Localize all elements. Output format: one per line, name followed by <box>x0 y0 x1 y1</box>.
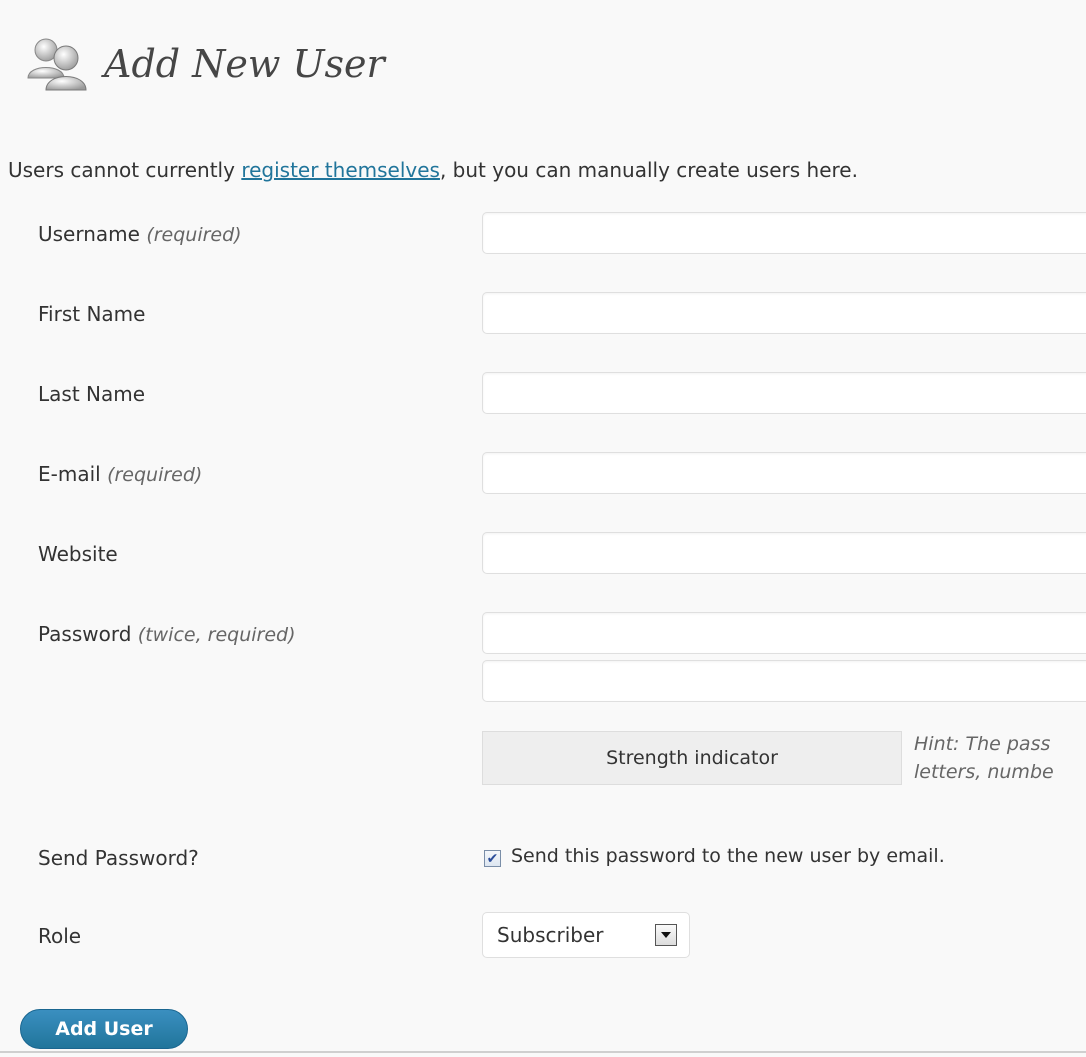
add-user-page: Add New User Users cannot currently regi… <box>0 0 1086 1057</box>
username-label-text: Username <box>38 222 140 246</box>
send-password-checkbox-label[interactable]: Send this password to the new user by em… <box>511 845 945 867</box>
register-themselves-link[interactable]: register themselves <box>241 158 440 182</box>
password-confirm-input[interactable] <box>482 660 1086 702</box>
first-name-label: First Name <box>38 302 146 326</box>
intro-text: Users cannot currently register themselv… <box>8 158 858 182</box>
password-hint-line1: Hint: The pass <box>914 733 1051 755</box>
password-label: Password (twice, required) <box>38 622 296 646</box>
role-label: Role <box>38 924 82 948</box>
website-input[interactable] <box>482 532 1086 574</box>
password-strength-indicator: Strength indicator <box>482 731 902 785</box>
role-selected-value: Subscriber <box>497 923 604 947</box>
password-hint: Hint: The pass letters, numbe <box>914 730 1086 786</box>
username-label: Username (required) <box>38 222 242 246</box>
password-required-note: (twice, required) <box>137 624 296 646</box>
intro-after: , but you can manually create users here… <box>439 158 858 182</box>
last-name-input[interactable] <box>482 372 1086 414</box>
email-label-text: E-mail <box>38 462 101 486</box>
intro-before: Users cannot currently <box>8 158 242 182</box>
email-required-note: (required) <box>107 464 203 486</box>
send-password-label: Send Password? <box>38 846 199 870</box>
password-hint-line2: letters, numbe <box>914 761 1054 783</box>
chevron-down-icon[interactable] <box>655 924 677 946</box>
password-label-text: Password <box>38 622 132 646</box>
last-name-label: Last Name <box>38 382 146 406</box>
checkmark-icon: ✔ <box>486 850 499 867</box>
users-icon <box>27 38 87 91</box>
username-required-note: (required) <box>146 224 242 246</box>
page-title: Add New User <box>104 42 385 86</box>
email-input[interactable] <box>482 452 1086 494</box>
username-input[interactable] <box>482 212 1086 254</box>
divider <box>0 1051 1086 1053</box>
send-password-checkbox[interactable]: ✔ <box>484 850 501 867</box>
role-select[interactable]: Subscriber <box>482 912 690 958</box>
website-label: Website <box>38 542 118 566</box>
add-user-button[interactable]: Add User <box>20 1009 188 1049</box>
password-input[interactable] <box>482 612 1086 654</box>
first-name-input[interactable] <box>482 292 1086 334</box>
email-label: E-mail (required) <box>38 462 202 486</box>
page-header: Add New User <box>22 32 385 96</box>
